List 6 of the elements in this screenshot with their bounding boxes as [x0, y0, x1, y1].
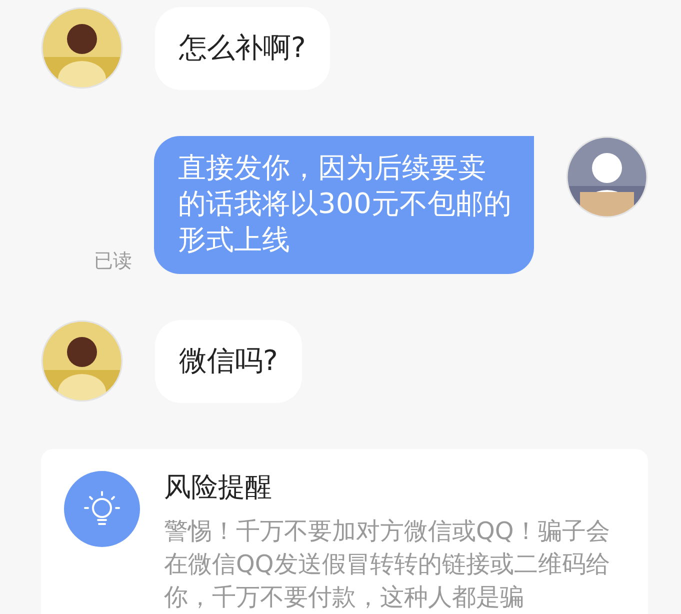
read-receipt: 已读 — [94, 249, 132, 274]
alert-text: 警惕！千万不要加对方微信或QQ！骗子会在微信QQ发送假冒转转的链接或二维码给你，千万不要付款，这种人都是骗 — [164, 516, 611, 613]
message-bubble: 直接发你，因为后续要卖的话我将以300元不包邮的形式上线 — [154, 136, 534, 274]
message-bubble: 怎么补啊? — [155, 7, 330, 90]
alert-title: 风险提醒 — [164, 471, 273, 505]
message-bubble: 微信吗? — [155, 320, 302, 403]
